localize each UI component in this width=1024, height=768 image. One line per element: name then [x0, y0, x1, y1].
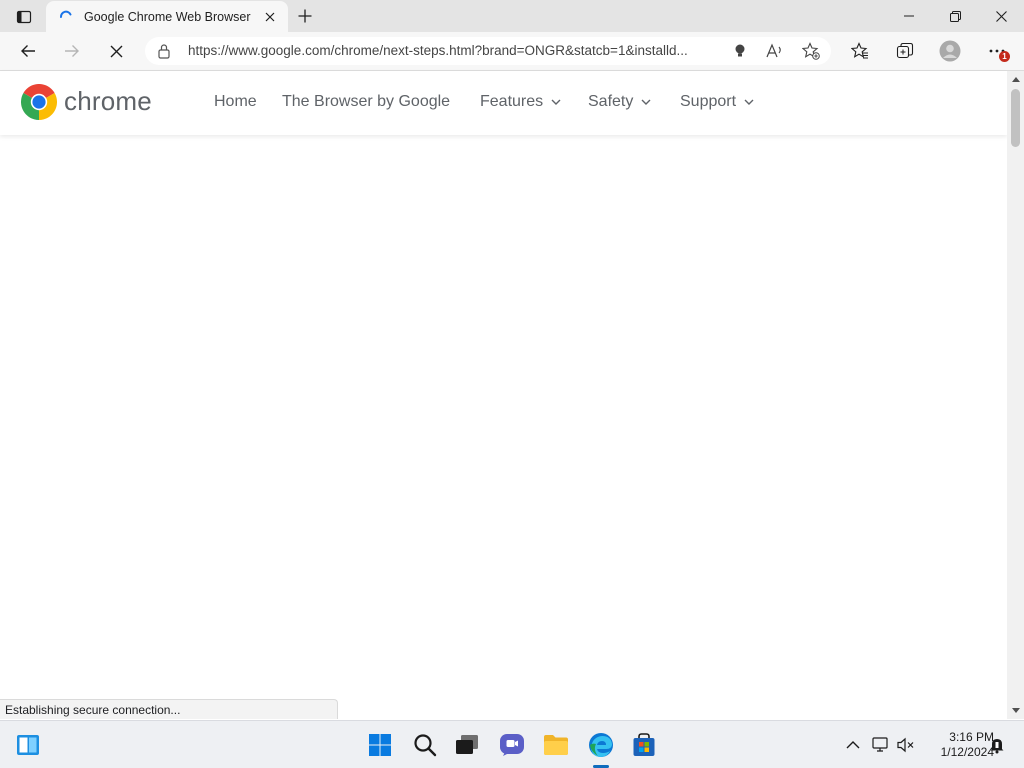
browser-toolbar: https://www.google.com/chrome/next-steps…	[0, 32, 1024, 71]
minimize-icon	[904, 15, 914, 17]
chat-icon[interactable]	[496, 729, 528, 761]
notification-badge: 1	[999, 51, 1010, 62]
clock-date: 1/12/2024	[940, 745, 994, 759]
url-text[interactable]: https://www.google.com/chrome/next-steps…	[188, 43, 720, 58]
site-header: chrome Home The Browser by Google Featur…	[0, 71, 1007, 135]
restore-button[interactable]	[932, 0, 978, 32]
network-icon[interactable]	[871, 735, 891, 755]
start-icon[interactable]	[364, 729, 396, 761]
nav-the-browser-by-google[interactable]: The Browser by Google	[282, 93, 450, 111]
tab-actions-icon	[16, 10, 32, 24]
tab-actions-button[interactable]	[10, 6, 38, 28]
restore-icon	[949, 10, 961, 22]
search-icon[interactable]	[409, 729, 441, 761]
avatar	[939, 40, 961, 62]
scrollbar-thumb[interactable]	[1011, 89, 1020, 147]
favorites-icon	[851, 42, 868, 59]
nav-support[interactable]: Support	[680, 93, 754, 111]
tab-close-button[interactable]	[258, 5, 282, 29]
add-favorite-icon[interactable]	[800, 41, 822, 61]
close-icon	[265, 12, 275, 21]
chevron-down-icon	[551, 99, 561, 105]
status-bubble: Establishing secure connection...	[0, 699, 338, 719]
minimize-button[interactable]	[886, 0, 932, 32]
nav-label: The Browser by Google	[282, 93, 451, 110]
chrome-logo-icon[interactable]	[20, 83, 58, 120]
tab-title: Google Chrome Web Browser	[84, 9, 251, 24]
nav-label: Home	[214, 93, 257, 110]
logo-text[interactable]: chrome	[64, 86, 152, 117]
clock[interactable]: 3:16 PM 1/12/2024	[918, 730, 994, 760]
nav-label: Features	[480, 93, 544, 110]
close-window-button[interactable]	[978, 0, 1024, 32]
plus-icon	[298, 9, 312, 23]
widgets-icon[interactable]	[12, 729, 44, 761]
profile-button[interactable]	[935, 36, 965, 66]
lightbulb-icon[interactable]	[729, 41, 751, 61]
taskbar: 3:16 PM 1/12/2024	[0, 720, 1024, 768]
collections-button[interactable]	[890, 36, 920, 66]
scroll-up-icon[interactable]	[1011, 75, 1020, 84]
edge-icon[interactable]	[585, 729, 617, 761]
clock-time: 3:16 PM	[949, 730, 994, 744]
vertical-scrollbar[interactable]	[1007, 71, 1024, 719]
file-explorer-icon[interactable]	[540, 729, 572, 761]
close-icon	[995, 10, 1007, 22]
nav-safety[interactable]: Safety	[588, 93, 651, 111]
back-button[interactable]	[13, 36, 43, 66]
nav-label: Safety	[588, 93, 634, 110]
loading-spinner-icon	[58, 9, 74, 25]
collections-icon	[896, 42, 914, 59]
stop-loading-button[interactable]	[101, 36, 131, 66]
forward-button[interactable]	[57, 36, 87, 66]
nav-home[interactable]: Home	[214, 93, 257, 111]
close-icon	[110, 45, 122, 57]
chevron-up-icon[interactable]	[843, 735, 863, 755]
address-bar[interactable]: https://www.google.com/chrome/next-steps…	[145, 37, 831, 65]
volume-muted-icon[interactable]	[896, 735, 916, 755]
arrow-left-icon	[21, 45, 35, 57]
web-page: chrome Home The Browser by Google Featur…	[0, 71, 1007, 719]
scroll-down-icon[interactable]	[1011, 706, 1020, 715]
tab-strip: Google Chrome Web Browser	[0, 0, 1024, 32]
task-view-icon[interactable]	[451, 729, 483, 761]
chevron-down-icon	[641, 99, 651, 105]
browser-tab-active[interactable]: Google Chrome Web Browser	[46, 1, 288, 32]
nav-label: Support	[680, 93, 737, 110]
notifications-icon[interactable]	[987, 735, 1007, 755]
lock-icon[interactable]	[157, 43, 171, 64]
chevron-down-icon	[744, 99, 754, 105]
nav-features[interactable]: Features	[480, 93, 561, 111]
new-tab-button[interactable]	[292, 4, 318, 28]
arrow-right-icon	[65, 45, 79, 57]
favorites-button[interactable]	[845, 36, 875, 66]
read-aloud-icon[interactable]	[764, 41, 786, 61]
store-icon[interactable]	[628, 729, 660, 761]
